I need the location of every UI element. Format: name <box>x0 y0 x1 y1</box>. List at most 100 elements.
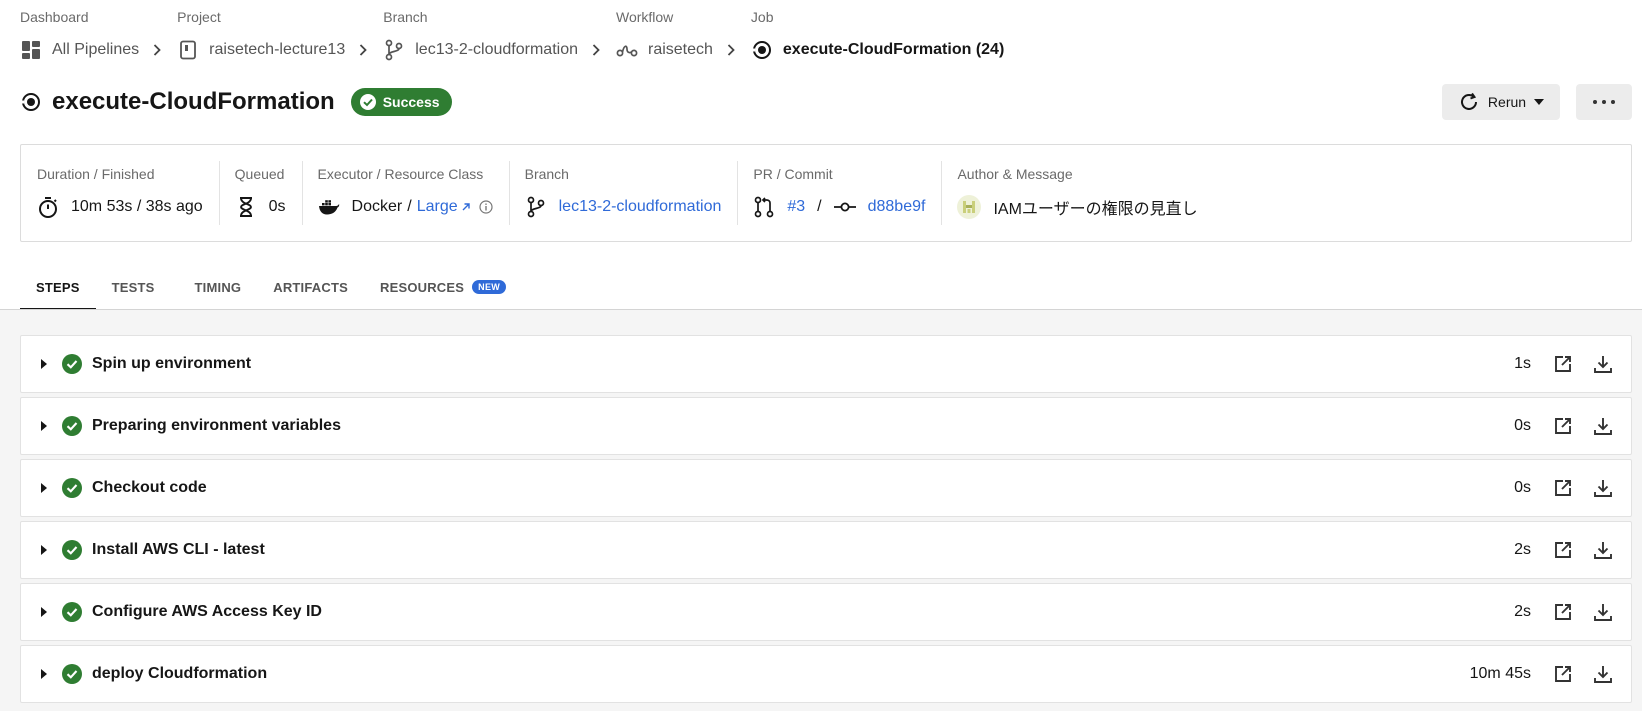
breadcrumb-value: raisetech-lecture13 <box>209 41 346 58</box>
pr-commit-section: PR / Commit #3 / d88be9f <box>737 145 941 241</box>
pr-commit-separator: / <box>817 198 822 215</box>
stopwatch-icon <box>37 196 59 218</box>
more-options-button[interactable] <box>1576 84 1632 120</box>
step-row[interactable]: Checkout code 0s <box>20 459 1632 517</box>
more-dot <box>1593 100 1597 104</box>
step-duration: 0s <box>1514 417 1531 434</box>
step-row[interactable]: Spin up environment 1s <box>20 335 1632 393</box>
commit-link[interactable]: d88be9f <box>868 198 926 216</box>
breadcrumb-project: Project raisetech-lecture13 <box>177 8 345 62</box>
step-name: Spin up environment <box>92 355 252 372</box>
chevron-right-icon <box>590 38 602 62</box>
step-row[interactable]: Preparing environment variables 0s <box>20 397 1632 455</box>
commit-icon <box>833 196 856 218</box>
duration-section: Duration / Finished 10m 53s / 38s ago <box>21 145 219 241</box>
workflow-icon <box>616 39 638 61</box>
new-badge: NEW <box>472 280 507 294</box>
branch-icon <box>383 39 405 61</box>
author-label: Author & Message <box>957 166 1073 182</box>
expand-caret-icon <box>41 545 47 555</box>
executor-section: Executor / Resource Class Docker / Large <box>301 145 509 241</box>
step-duration: 10m 45s <box>1469 665 1531 682</box>
duration-value: 10m 53s / 38s ago <box>71 198 203 215</box>
download-icon[interactable] <box>1591 476 1615 500</box>
breadcrumb-workflow: Workflow raisetech <box>616 8 713 62</box>
step-row[interactable]: Install AWS CLI - latest 2s <box>20 521 1632 579</box>
tab-artifacts[interactable]: ARTIFACTS <box>257 264 364 310</box>
open-external-icon[interactable] <box>1551 414 1575 438</box>
download-icon[interactable] <box>1591 600 1615 624</box>
queued-label: Queued <box>234 166 285 182</box>
step-row[interactable]: Configure AWS Access Key ID 2s <box>20 583 1632 641</box>
chevron-right-icon <box>725 38 737 62</box>
open-external-icon[interactable] <box>1551 352 1575 376</box>
executor-label: Executor / Resource Class <box>317 166 484 182</box>
check-circle-icon <box>359 94 376 110</box>
step-row[interactable]: deploy Cloudformation 10m 45s <box>20 645 1632 703</box>
breadcrumb-label: Workflow <box>615 9 674 25</box>
info-icon[interactable] <box>479 200 493 214</box>
expand-caret-icon <box>41 607 47 617</box>
tab-timing[interactable]: TIMING <box>179 264 258 310</box>
check-circle-icon <box>62 354 82 374</box>
breadcrumb-link-project[interactable]: raisetech-lecture13 <box>177 38 345 62</box>
expand-caret-icon <box>41 669 47 679</box>
tab-steps[interactable]: STEPS <box>20 264 96 311</box>
breadcrumb-link-branch[interactable]: lec13-2-cloudformation <box>383 38 578 62</box>
tab-label: ARTIFACTS <box>273 279 348 295</box>
branch-label: Branch <box>524 166 569 182</box>
tab-label: TESTS <box>111 279 155 295</box>
external-link-icon <box>461 202 471 212</box>
check-circle-icon <box>62 602 82 622</box>
step-name: Configure AWS Access Key ID <box>92 603 322 620</box>
repo-icon <box>177 39 199 61</box>
breadcrumb-label: Job <box>750 9 774 25</box>
tab-tests[interactable]: TESTS <box>96 264 171 310</box>
open-external-icon[interactable] <box>1551 600 1575 624</box>
breadcrumb-label: Branch <box>383 9 428 25</box>
breadcrumb-label: Project <box>177 9 221 25</box>
job-icon <box>20 91 42 113</box>
rerun-button[interactable]: Rerun <box>1442 84 1560 120</box>
breadcrumb-branch: Branch lec13-2-cloudformation <box>383 8 578 62</box>
download-icon[interactable] <box>1591 352 1615 376</box>
download-icon[interactable] <box>1591 662 1615 686</box>
pull-request-icon <box>753 196 775 218</box>
refresh-icon <box>1460 92 1477 110</box>
breadcrumb-label: Dashboard <box>20 9 89 25</box>
more-dot <box>1602 100 1606 104</box>
breadcrumb-link-all-pipelines[interactable]: All Pipelines <box>20 38 139 62</box>
open-external-icon[interactable] <box>1551 662 1575 686</box>
status-badge-label: Success <box>382 94 440 110</box>
breadcrumb-value: All Pipelines <box>52 41 140 58</box>
job-header: execute-CloudFormation Success <box>20 86 452 118</box>
breadcrumb: Dashboard All Pipelines Project raisetec… <box>20 8 1004 62</box>
open-external-icon[interactable] <box>1551 538 1575 562</box>
breadcrumb-value: execute-CloudFormation (24) <box>782 41 1005 58</box>
resource-class-link[interactable]: Large <box>417 198 458 216</box>
breadcrumb-value: raisetech <box>647 41 713 58</box>
tab-resources[interactable]: RESOURCES NEW <box>364 264 522 310</box>
avatar[interactable] <box>957 195 982 219</box>
download-icon[interactable] <box>1591 538 1615 562</box>
executor-value: Docker <box>351 198 403 215</box>
queued-section: Queued 0s <box>218 145 302 241</box>
download-icon[interactable] <box>1591 414 1615 438</box>
pr-link[interactable]: #3 <box>787 198 805 216</box>
check-circle-icon <box>62 664 82 684</box>
step-duration: 2s <box>1514 603 1531 620</box>
chevron-right-icon <box>357 38 369 62</box>
expand-caret-icon <box>41 359 47 369</box>
branch-link[interactable]: lec13-2-cloudformation <box>559 198 722 216</box>
step-name: Install AWS CLI - latest <box>92 541 265 558</box>
open-external-icon[interactable] <box>1551 476 1575 500</box>
status-badge: Success <box>350 88 452 116</box>
step-duration: 1s <box>1514 355 1531 372</box>
check-circle-icon <box>62 478 82 498</box>
breadcrumb-dashboard: Dashboard All Pipelines <box>20 8 139 62</box>
duration-label: Duration / Finished <box>37 166 155 182</box>
breadcrumb-link-workflow[interactable]: raisetech <box>616 38 713 62</box>
caret-down-icon <box>1534 99 1545 105</box>
tab-label: TIMING <box>194 279 242 295</box>
expand-caret-icon <box>41 421 47 431</box>
